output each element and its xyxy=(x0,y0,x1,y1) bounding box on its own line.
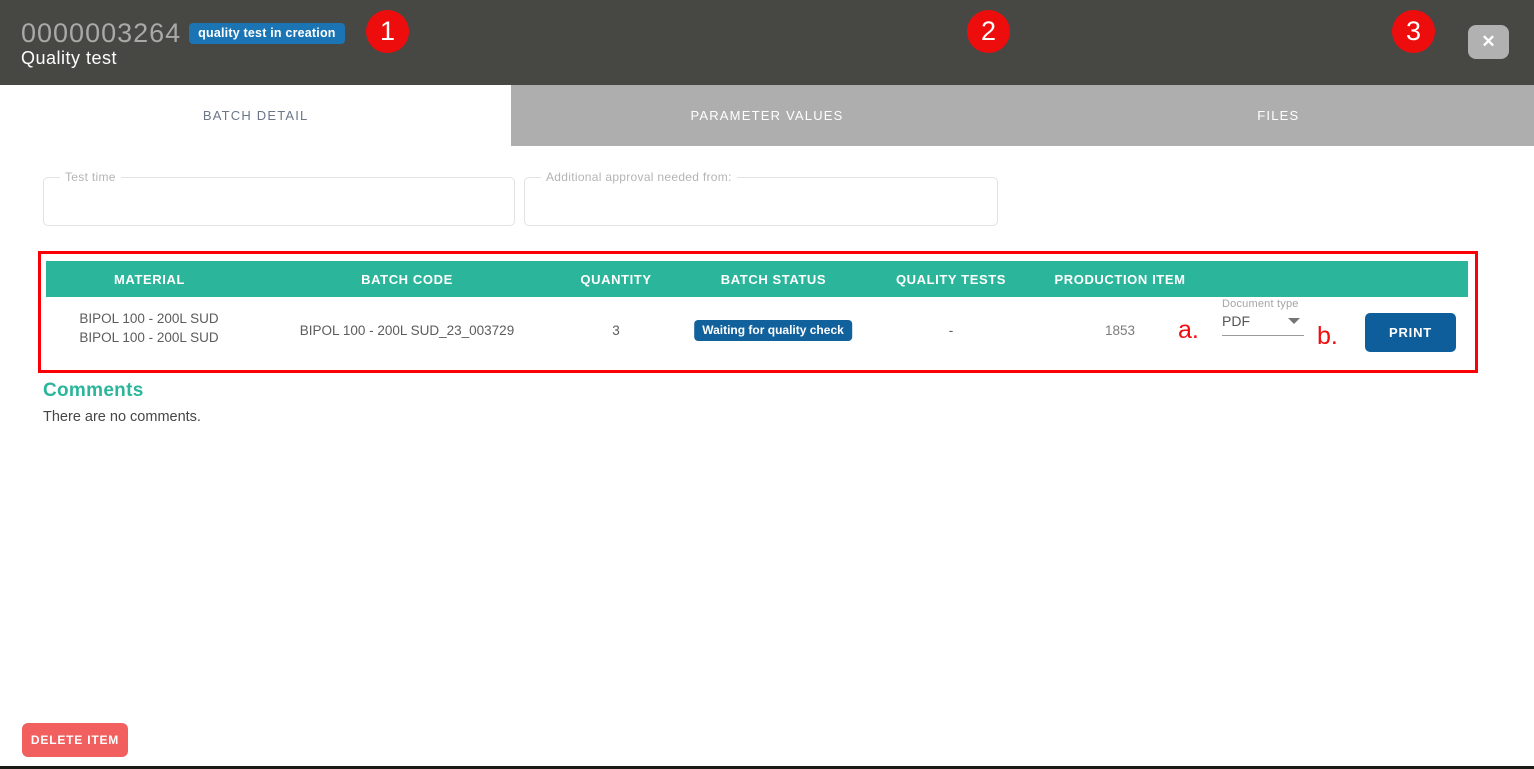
test-time-input[interactable] xyxy=(44,178,514,225)
dialog-header: 0000003264 quality test in creation Qual… xyxy=(0,0,1534,85)
column-header-material: MATERIAL xyxy=(46,272,253,287)
test-time-label: Test time xyxy=(60,170,121,184)
batch-status-badge: Waiting for quality check xyxy=(694,320,852,341)
close-icon[interactable]: ✕ xyxy=(1468,25,1509,59)
annotation-circle-1: 1 xyxy=(366,10,409,53)
chevron-down-icon xyxy=(1288,318,1300,324)
column-header-batch-code: BATCH CODE xyxy=(253,272,561,287)
column-header-batch-status: BATCH STATUS xyxy=(671,272,876,287)
annotation-letter-a: a. xyxy=(1178,316,1199,345)
column-header-quality-tests: QUALITY TESTS xyxy=(876,272,1026,287)
cell-batch-code: BIPOL 100 - 200L SUD_23_003729 xyxy=(300,323,514,338)
document-type-label: Document type xyxy=(1222,298,1304,310)
tab-files[interactable]: FILES xyxy=(1023,85,1534,146)
test-time-field: Test time xyxy=(43,177,515,226)
status-badge: quality test in creation xyxy=(189,23,344,44)
additional-approval-field: Additional approval needed from: xyxy=(524,177,998,226)
annotation-circle-2: 2 xyxy=(967,10,1010,53)
dialog-subtitle: Quality test xyxy=(21,48,117,69)
cell-production-item: 1853 xyxy=(1105,323,1135,338)
tab-parameter-values-label: PARAMETER VALUES xyxy=(690,108,843,123)
annotation-circle-3: 3 xyxy=(1392,10,1435,53)
tab-parameter-values[interactable]: PARAMETER VALUES xyxy=(511,85,1022,146)
cell-quality-tests: - xyxy=(949,323,954,338)
additional-approval-label: Additional approval needed from: xyxy=(541,170,737,184)
additional-approval-input[interactable] xyxy=(525,178,997,225)
tab-files-label: FILES xyxy=(1257,108,1299,123)
order-number: 0000003264 xyxy=(21,18,181,49)
document-type-value: PDF xyxy=(1222,313,1250,329)
material-line-2: BIPOL 100 - 200L SUD xyxy=(79,328,218,347)
tab-bar: BATCH DETAIL PARAMETER VALUES FILES xyxy=(0,85,1534,146)
delete-item-button[interactable]: DELETE ITEM xyxy=(22,723,128,757)
print-button[interactable]: PRINT xyxy=(1365,313,1456,352)
cell-material: BIPOL 100 - 200L SUD BIPOL 100 - 200L SU… xyxy=(79,309,218,347)
comments-title: Comments xyxy=(43,380,144,402)
tab-batch-detail-label: BATCH DETAIL xyxy=(203,108,309,123)
cell-quantity: 3 xyxy=(612,323,620,338)
material-line-1: BIPOL 100 - 200L SUD xyxy=(79,309,218,328)
batch-table-annotation-box: MATERIAL BATCH CODE QUANTITY BATCH STATU… xyxy=(38,251,1478,373)
annotation-letter-b: b. xyxy=(1317,322,1338,351)
header-title-row: 0000003264 quality test in creation xyxy=(21,18,345,49)
column-header-quantity: QUANTITY xyxy=(561,272,671,287)
column-header-production-item: PRODUCTION ITEM xyxy=(1026,272,1214,287)
document-type-select[interactable]: Document type PDF xyxy=(1222,298,1304,336)
tab-batch-detail[interactable]: BATCH DETAIL xyxy=(0,85,511,146)
comments-empty-text: There are no comments. xyxy=(43,409,201,425)
batch-table-header: MATERIAL BATCH CODE QUANTITY BATCH STATU… xyxy=(46,261,1468,297)
